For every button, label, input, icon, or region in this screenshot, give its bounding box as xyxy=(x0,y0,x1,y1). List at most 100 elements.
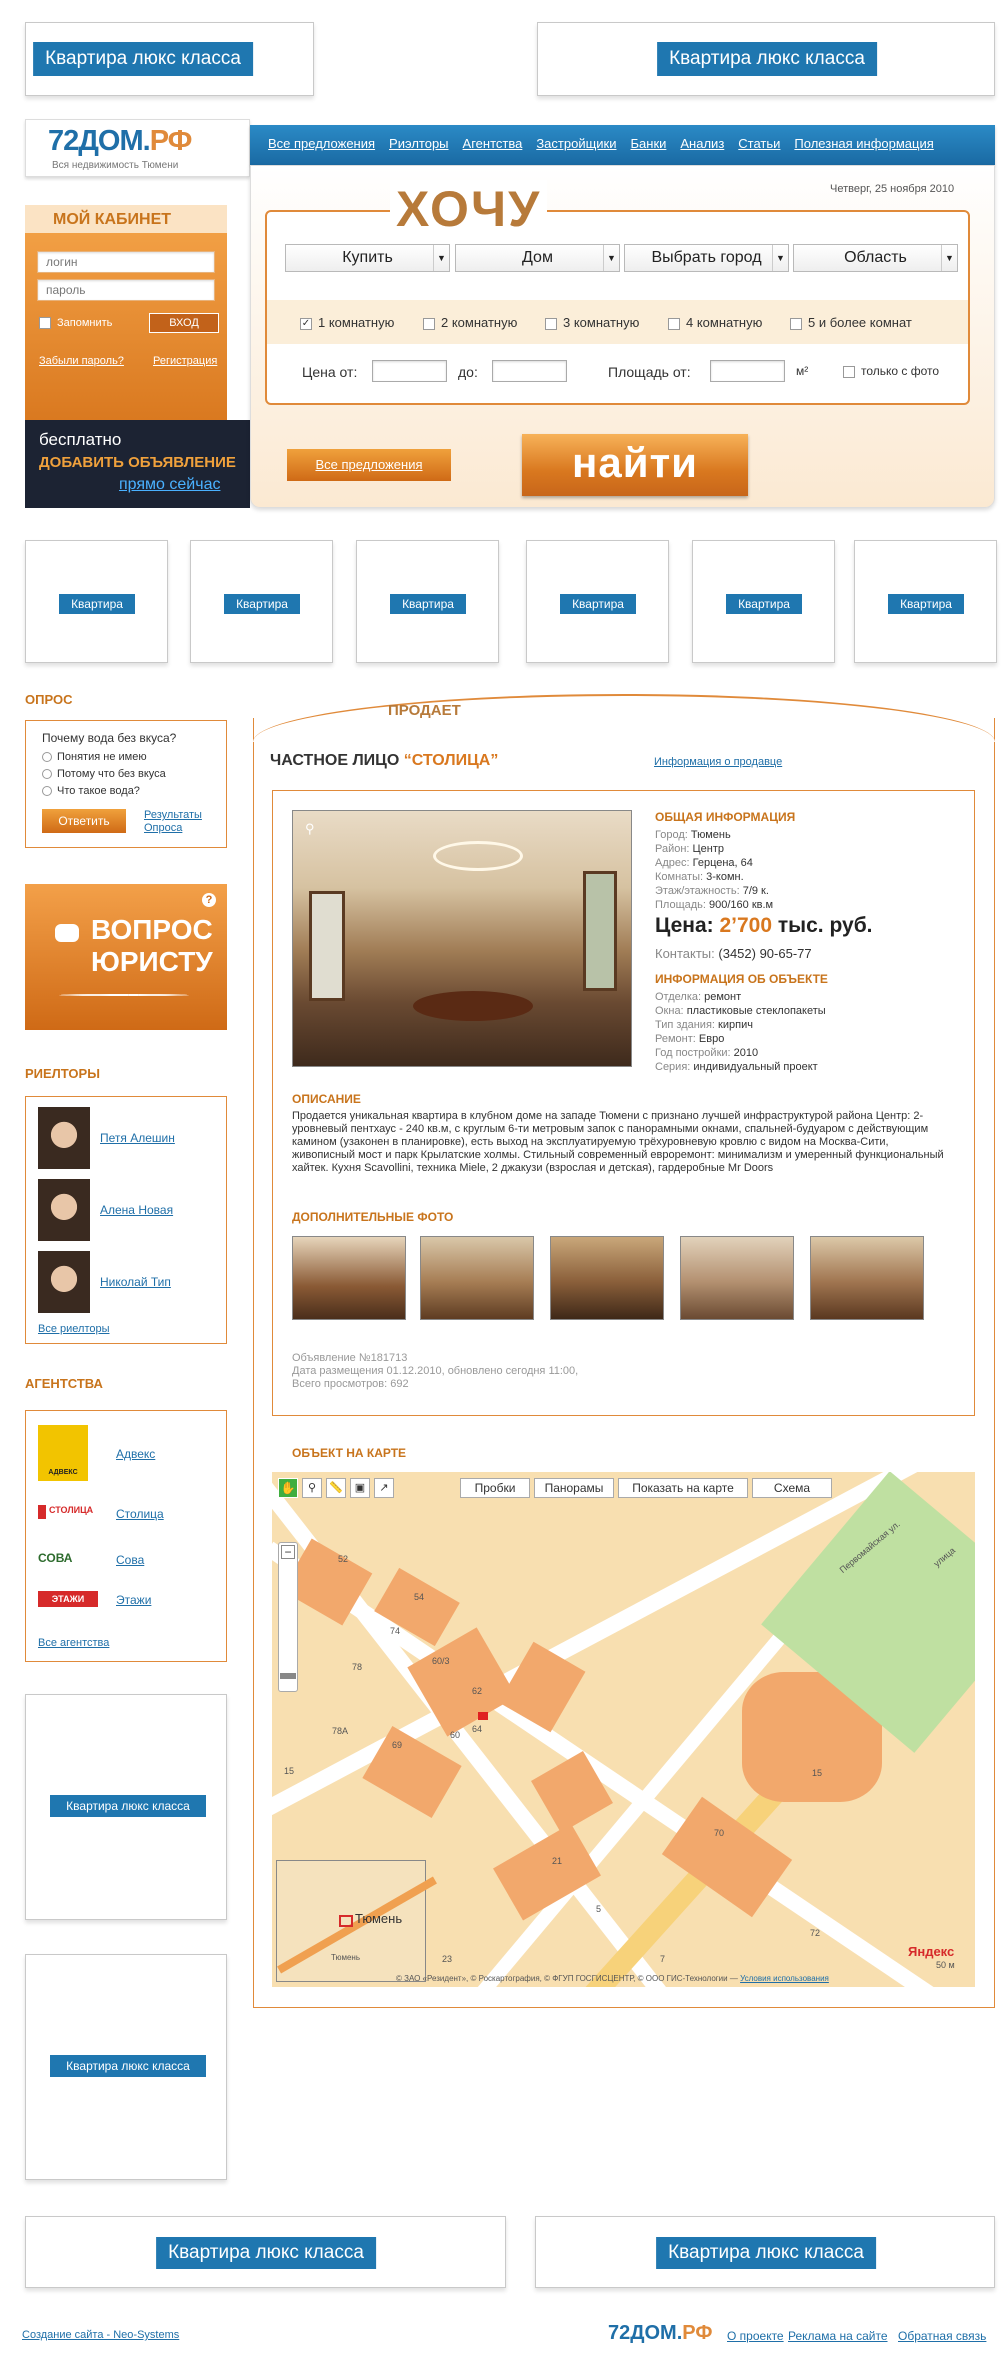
show-on-map-select[interactable]: Показать на карте xyxy=(618,1478,748,1498)
bottom-banner-left[interactable]: Квартира люкс класса xyxy=(25,2216,506,2288)
small-banner-6[interactable]: Квартира xyxy=(854,540,997,663)
poll-option-1[interactable]: Понятия не имею xyxy=(42,751,147,763)
select-city[interactable]: Выбрать город ▼ xyxy=(624,244,789,272)
login-button[interactable]: ВХОД xyxy=(149,313,219,333)
select-region[interactable]: Область ▼ xyxy=(793,244,958,272)
hand-tool-icon[interactable]: ✋ xyxy=(278,1478,298,1498)
zoom-in-icon[interactable]: − xyxy=(281,1545,295,1559)
ask-lawyer-banner[interactable]: ВОПРОС ЮРИСТУ ? xyxy=(25,884,227,1030)
all-agencies-link[interactable]: Все агентства xyxy=(38,1637,109,1649)
promo-now-link[interactable]: прямо сейчас xyxy=(119,476,220,494)
main-photo[interactable]: ⚲ xyxy=(292,810,632,1067)
bottom-banner-right[interactable]: Квартира люкс класса xyxy=(535,2216,995,2288)
logo[interactable]: 72ДОМ.РФ Вся недвижимость Тюмени xyxy=(25,119,250,177)
footer-ads-link[interactable]: Реклама на сайте xyxy=(788,2329,888,2343)
realtor-link-1[interactable]: Петя Алешин xyxy=(100,1131,175,1145)
map-terms-link[interactable]: Условия использования xyxy=(740,1974,829,1983)
checkbox-box[interactable] xyxy=(790,317,802,330)
register-link[interactable]: Регистрация xyxy=(153,355,217,367)
zoom-area-icon[interactable]: ⚲ xyxy=(302,1478,322,1498)
small-banner-3[interactable]: Квартира xyxy=(356,540,499,663)
radio-button[interactable] xyxy=(42,769,52,780)
cabinet-panel: МОЙ КАБИНЕТ логин пароль Запомнить ВХОД … xyxy=(25,205,227,425)
small-banner-2[interactable]: Квартира xyxy=(190,540,333,663)
realtor-link-2[interactable]: Алена Новая xyxy=(100,1203,173,1217)
agency-link-stolitsa[interactable]: Столица xyxy=(116,1507,164,1521)
route-icon[interactable]: ↗ xyxy=(374,1478,394,1498)
nav-analysis[interactable]: Анализ xyxy=(680,136,724,151)
zoom-slider[interactable]: − xyxy=(278,1542,298,1692)
made-by-link[interactable]: Создание сайта - Neo-Systems xyxy=(22,2329,179,2341)
top-banner-left[interactable]: Квартира люкс класса xyxy=(25,22,314,96)
traffic-button[interactable]: Пробки xyxy=(460,1478,530,1498)
all-offers-link[interactable]: Все предложения xyxy=(315,457,422,472)
thumbnail[interactable] xyxy=(420,1236,534,1320)
side-banner-1[interactable]: Квартира люкс класса xyxy=(25,1694,227,1920)
photo-only-checkbox[interactable]: только с фото xyxy=(843,364,939,378)
password-field[interactable]: пароль xyxy=(37,279,215,301)
thumbnail[interactable] xyxy=(810,1236,924,1320)
print-icon[interactable]: ▣ xyxy=(350,1478,370,1498)
nav-all-offers[interactable]: Все предложения xyxy=(268,136,375,151)
zoom-thumb[interactable] xyxy=(280,1673,296,1679)
nav-realtors[interactable]: Риэлторы xyxy=(389,136,448,151)
panoramas-button[interactable]: Панорамы xyxy=(534,1478,614,1498)
nav-articles[interactable]: Статьи xyxy=(738,136,780,151)
select-type[interactable]: Дом ▼ xyxy=(455,244,620,272)
footer-feedback-link[interactable]: Обратная связь xyxy=(898,2329,986,2343)
map[interactable]: Первомайская ул. улица 52 54 74 60/3 62 … xyxy=(272,1472,975,1987)
checkbox-box[interactable] xyxy=(39,317,51,330)
agency-link-sova[interactable]: Сова xyxy=(116,1553,144,1567)
thumbnail[interactable] xyxy=(292,1236,406,1320)
poll-results-link[interactable]: Результаты Опроса xyxy=(144,809,214,835)
realtor-link-3[interactable]: Николай Тип xyxy=(100,1275,171,1289)
select-deal[interactable]: Купить ▼ xyxy=(285,244,450,272)
checkbox-box[interactable] xyxy=(668,317,680,330)
add-listing-promo[interactable]: бесплатно ДОБАВИТЬ ОБЪЯВЛЕНИЕ прямо сейч… xyxy=(25,420,250,508)
seller-info-link[interactable]: Информация о продавце xyxy=(654,756,782,768)
small-banner-4[interactable]: Квартира xyxy=(526,540,669,663)
remember-checkbox[interactable]: Запомнить xyxy=(39,317,112,330)
room-5[interactable]: 5 и более комнат xyxy=(790,315,912,330)
radio-button[interactable] xyxy=(42,752,52,763)
radio-button[interactable] xyxy=(42,786,52,797)
poll-option-3[interactable]: Что такое вода? xyxy=(42,785,140,797)
nav-developers[interactable]: Застройщики xyxy=(536,136,616,151)
checkbox-box[interactable] xyxy=(843,365,855,378)
login-field[interactable]: логин xyxy=(37,251,215,273)
info-value: ремонт xyxy=(704,991,742,1003)
nav-agencies[interactable]: Агентства xyxy=(463,136,523,151)
agency-link-etazhi[interactable]: Этажи xyxy=(116,1593,151,1607)
nav-banks[interactable]: Банки xyxy=(631,136,667,151)
all-realtors-link[interactable]: Все риелторы xyxy=(38,1323,110,1335)
price-to-input[interactable] xyxy=(492,360,567,382)
small-banner-5[interactable]: Квартира xyxy=(692,540,835,663)
thumbnail[interactable] xyxy=(680,1236,794,1320)
side-banner-2[interactable]: Квартира люкс класса xyxy=(25,1954,227,2180)
checkbox-box[interactable]: ✓ xyxy=(300,317,312,330)
top-banner-right[interactable]: Квартира люкс класса xyxy=(537,22,995,96)
room-4[interactable]: 4 комнатную xyxy=(668,315,762,330)
checkbox-box[interactable] xyxy=(545,317,557,330)
room-2[interactable]: 2 комнатную xyxy=(423,315,517,330)
forgot-password-link[interactable]: Забыли пароль? xyxy=(39,355,124,367)
all-offers-button[interactable]: Все предложения xyxy=(287,449,451,481)
zoom-icon[interactable]: ⚲ xyxy=(305,821,315,837)
agency-link-advex[interactable]: Адвекс xyxy=(116,1447,155,1461)
small-banner-1[interactable]: Квартира xyxy=(25,540,168,663)
price-from-input[interactable] xyxy=(372,360,447,382)
room-1[interactable]: ✓ 1 комнатную xyxy=(300,315,394,330)
footer-logo[interactable]: 72ДОМ.РФ xyxy=(608,2322,712,2345)
room-3[interactable]: 3 комнатную xyxy=(545,315,639,330)
map-type-select[interactable]: Схема xyxy=(752,1478,832,1498)
poll-option-2[interactable]: Потому что без вкуса xyxy=(42,768,166,780)
footer-about-link[interactable]: О проекте xyxy=(727,2329,784,2343)
find-button[interactable]: найти xyxy=(522,434,748,496)
mini-map[interactable]: Тюмень Тюмень xyxy=(276,1860,437,1982)
checkbox-box[interactable] xyxy=(423,317,435,330)
thumbnail[interactable] xyxy=(550,1236,664,1320)
nav-useful[interactable]: Полезная информация xyxy=(794,136,933,151)
area-from-input[interactable] xyxy=(710,360,785,382)
poll-answer-button[interactable]: Ответить xyxy=(42,809,126,833)
ruler-icon[interactable]: 📏 xyxy=(326,1478,346,1498)
